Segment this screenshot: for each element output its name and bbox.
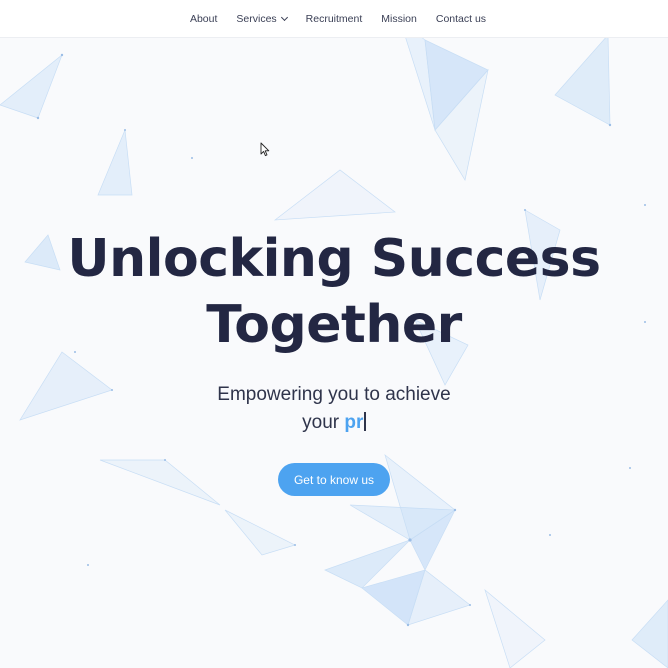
text-caret: [364, 412, 366, 431]
hero-subtitle-line1: Empowering you to achieve: [217, 384, 451, 405]
nav-link-contact[interactable]: Contact us: [436, 13, 486, 25]
hero-title-line1: Unlocking Success: [67, 229, 601, 289]
hero-title-line2: Together: [206, 295, 462, 355]
top-navigation-bar: About Services Recruitment Mission Conta…: [0, 0, 668, 38]
nav-link-services-label: Services: [236, 12, 277, 25]
hero-title: Unlocking Success Together: [0, 226, 668, 358]
nav-link-mission[interactable]: Mission: [381, 13, 417, 25]
nav-link-recruitment[interactable]: Recruitment: [306, 13, 363, 25]
main-nav: About Services Recruitment Mission Conta…: [0, 0, 668, 37]
nav-link-services[interactable]: Services: [236, 12, 288, 25]
get-to-know-us-button[interactable]: Get to know us: [278, 463, 390, 496]
hero-subtitle: Empowering you to achieve your pr: [0, 381, 668, 437]
nav-link-about[interactable]: About: [190, 13, 217, 25]
mouse-pointer-icon: [260, 142, 270, 157]
typewriter-text: pr: [344, 412, 364, 433]
hero-subtitle-prefix: your: [302, 412, 345, 433]
chevron-down-icon: [280, 13, 288, 21]
